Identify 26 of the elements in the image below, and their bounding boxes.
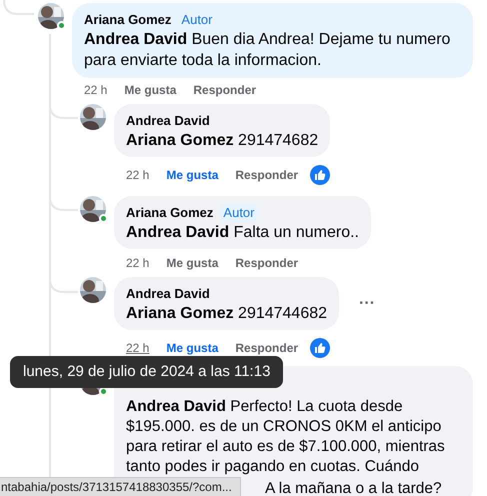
comment-text: Andrea David Falta un numero.. xyxy=(126,223,359,243)
comment-text: A la mañana o a la tarde? xyxy=(265,480,442,496)
tooltip: lunes, 29 de julio de 2024 a las 11:13 xyxy=(10,356,284,388)
comment-text: Andrea David Buen dia Andrea! Dejame tu numero para enviarte toda la informacion. xyxy=(84,30,452,71)
author-name[interactable]: Andrea David xyxy=(126,112,210,130)
timestamp-link[interactable]: 22 h xyxy=(126,254,150,272)
timestamp-link[interactable]: 22 h xyxy=(126,339,150,357)
reply-button[interactable]: Responder xyxy=(235,339,298,357)
reply-button[interactable]: Responder xyxy=(235,254,298,272)
like-button[interactable]: Me gusta xyxy=(166,254,218,272)
more-options-button[interactable]: ··· xyxy=(359,296,376,312)
comment-text: Andrea David Perfecto! La cuota desde $195.000. es de un CRONOS 0KM el anticipo para retirar el auto es de $7.100.000, mientras tanto podes ir pagando en cuotas. Cuándo xyxy=(126,397,446,477)
like-button[interactable]: Me gusta xyxy=(166,166,218,184)
status-bar: ntabahia/posts/3713157418830355/?com... xyxy=(0,477,241,496)
author-name[interactable]: Ariana Gomez xyxy=(84,11,172,29)
like-button[interactable]: Me gusta xyxy=(166,339,218,357)
timestamp-link[interactable]: 22 h xyxy=(84,81,108,99)
like-button[interactable]: Me gusta xyxy=(124,81,176,99)
timestamp-link[interactable]: 22 h xyxy=(126,166,150,184)
author-badge: Autor xyxy=(220,204,258,222)
comment-text: Ariana Gomez 2914744682 xyxy=(126,304,328,324)
comment-text: Ariana Gomez 291474682 xyxy=(126,131,318,151)
author-name[interactable]: Ariana Gomez xyxy=(126,204,214,222)
reply-button[interactable]: Responder xyxy=(193,81,256,99)
author-name[interactable]: Andrea David xyxy=(126,285,210,303)
reply-button[interactable]: Responder xyxy=(235,166,298,184)
